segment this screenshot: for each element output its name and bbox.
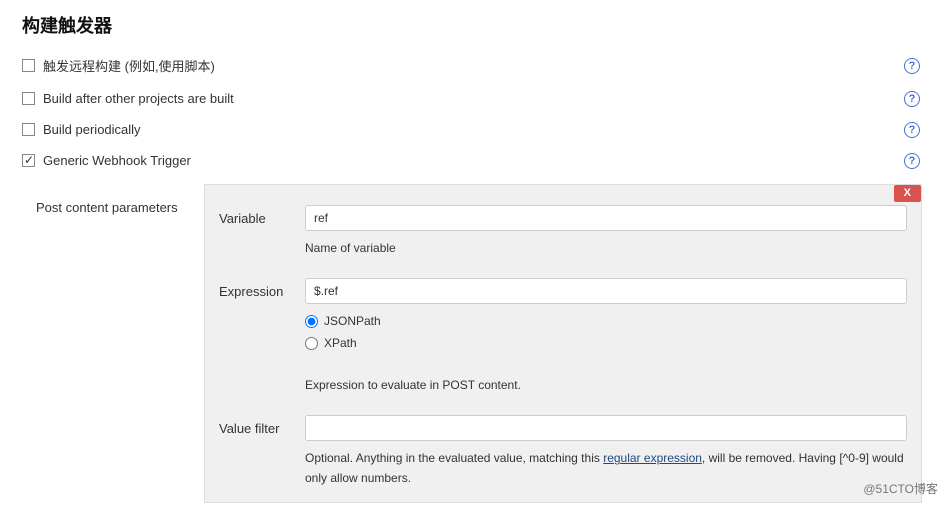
xpath-radio[interactable] <box>305 337 318 350</box>
expression-input[interactable] <box>305 278 907 304</box>
expression-type-group: JSONPath XPath <box>305 314 907 350</box>
variable-row: Variable Name of variable <box>219 205 907 258</box>
trigger-after-projects-checkbox[interactable] <box>22 92 35 105</box>
close-button[interactable]: X <box>894 185 921 202</box>
trigger-generic-webhook-row: Generic Webhook Trigger ? <box>22 153 922 168</box>
expression-row: Expression JSONPath XPath Expression t <box>219 278 907 395</box>
help-icon[interactable]: ? <box>904 58 920 74</box>
expression-label: Expression <box>219 278 305 299</box>
xpath-radio-item[interactable]: XPath <box>305 336 907 350</box>
value-filter-input[interactable] <box>305 415 907 441</box>
value-filter-row: Value filter Optional. Anything in the e… <box>219 415 907 487</box>
help-icon[interactable]: ? <box>904 153 920 169</box>
variable-hint: Name of variable <box>305 239 907 258</box>
trigger-after-projects-label[interactable]: Build after other projects are built <box>43 91 234 106</box>
jsonpath-radio-item[interactable]: JSONPath <box>305 314 907 328</box>
trigger-periodically-row: Build periodically ? <box>22 122 922 137</box>
post-content-heading: Post content parameters <box>36 184 204 503</box>
trigger-remote-label[interactable]: 触发远程构建 (例如,使用脚本) <box>43 56 215 75</box>
help-icon[interactable]: ? <box>904 122 920 138</box>
trigger-remote-checkbox[interactable] <box>22 59 35 72</box>
value-filter-label: Value filter <box>219 415 305 436</box>
value-filter-hint-before: Optional. Anything in the evaluated valu… <box>305 451 603 465</box>
post-content-panel: X Variable Name of variable Expression J… <box>204 184 922 503</box>
variable-input[interactable] <box>305 205 907 231</box>
watermark: @51CTO博客 <box>863 480 938 497</box>
trigger-generic-webhook-checkbox[interactable] <box>22 154 35 167</box>
section-title: 构建触发器 <box>22 12 922 38</box>
help-icon[interactable]: ? <box>904 91 920 107</box>
jsonpath-radio-label[interactable]: JSONPath <box>324 314 381 328</box>
post-content-parameters-section: Post content parameters X Variable Name … <box>36 184 922 503</box>
trigger-generic-webhook-label[interactable]: Generic Webhook Trigger <box>43 153 191 168</box>
trigger-remote-row: 触发远程构建 (例如,使用脚本) ? <box>22 56 922 75</box>
expression-hint: Expression to evaluate in POST content. <box>305 376 907 395</box>
trigger-periodically-checkbox[interactable] <box>22 123 35 136</box>
trigger-periodically-label[interactable]: Build periodically <box>43 122 141 137</box>
jsonpath-radio[interactable] <box>305 315 318 328</box>
value-filter-hint: Optional. Anything in the evaluated valu… <box>305 449 907 487</box>
regular-expression-link[interactable]: regular expression <box>603 451 702 465</box>
trigger-after-projects-row: Build after other projects are built ? <box>22 91 922 106</box>
variable-label: Variable <box>219 205 305 226</box>
xpath-radio-label[interactable]: XPath <box>324 336 357 350</box>
